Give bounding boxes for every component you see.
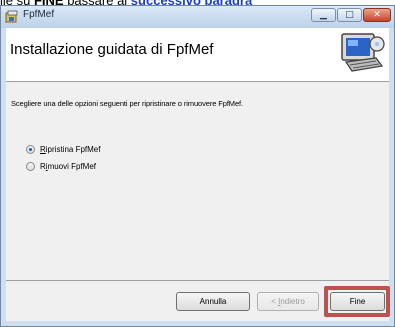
option-repair[interactable]: Ripristina FpfMef [26, 145, 100, 154]
close-button[interactable]: ✕ [363, 8, 391, 22]
window-title: FpfMef [23, 9, 55, 20]
radio-repair[interactable] [26, 145, 35, 154]
maximize-icon: □ [345, 10, 354, 20]
finish-button[interactable]: Fine [330, 292, 385, 311]
maximize-button[interactable]: □ [337, 8, 362, 22]
title-bar[interactable]: FpfMef ▁ □ ✕ [1, 6, 394, 28]
cancel-button[interactable]: Annulla [176, 292, 250, 311]
instruction-text: Scegliere una delle opzioni seguenti per… [11, 99, 243, 108]
option-repair-label[interactable]: Ripristina FpfMef [40, 145, 100, 154]
option-remove-label[interactable]: Rimuovi FpfMef [40, 162, 96, 171]
dialog-client: Installazione guidata di FpfMef Sceglier… [6, 28, 390, 321]
radio-remove[interactable] [26, 162, 35, 171]
minimize-button[interactable]: ▁ [311, 8, 336, 22]
minimize-icon: ▁ [320, 10, 327, 20]
back-button[interactable]: < Indietro [257, 292, 319, 311]
caption-buttons: ▁ □ ✕ [310, 8, 391, 23]
wizard-title: Installazione guidata di FpfMef [10, 41, 214, 58]
wizard-header: Installazione guidata di FpfMef [6, 28, 389, 82]
wizard-body: Scegliere una delle opzioni seguenti per… [6, 82, 389, 281]
computer-setup-icon [336, 30, 386, 78]
installer-icon [5, 9, 19, 23]
option-remove[interactable]: Rimuovi FpfMef [26, 162, 96, 171]
installer-window: FpfMef ▁ □ ✕ Installazione guidata di Fp… [0, 5, 395, 327]
close-icon: ✕ [373, 10, 381, 20]
wizard-footer: Annulla < Indietro Fine [6, 280, 390, 321]
